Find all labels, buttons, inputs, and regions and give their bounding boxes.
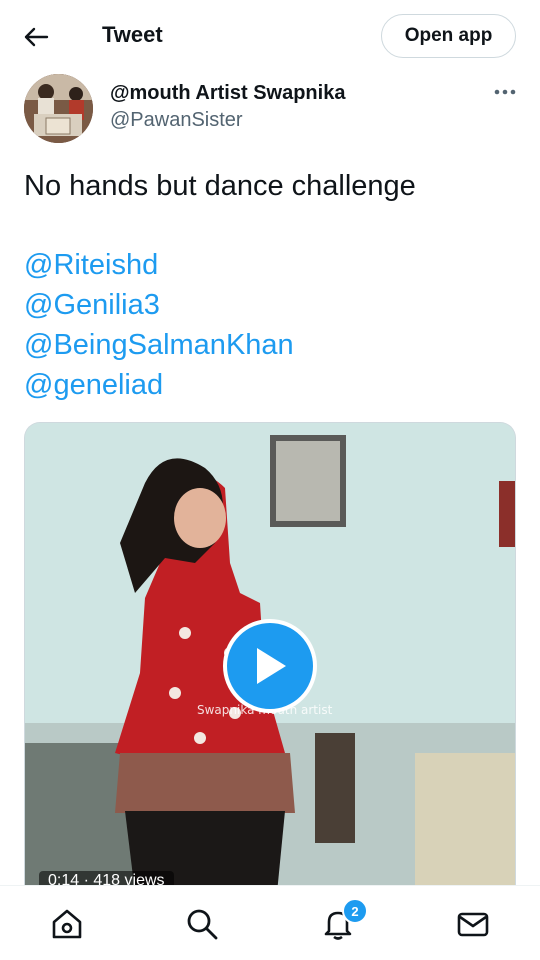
bottom-tab-bar: 2: [0, 885, 540, 960]
page-title: Tweet: [102, 22, 163, 47]
tab-notifications[interactable]: 2: [318, 898, 368, 944]
display-name[interactable]: @mouth Artist Swapnika: [110, 82, 345, 105]
more-button[interactable]: [490, 80, 520, 104]
avatar-image: [24, 74, 93, 143]
home-icon: [52, 909, 82, 939]
tab-home[interactable]: [47, 904, 87, 944]
open-app-button[interactable]: Open app: [381, 14, 516, 58]
messages-icon: [457, 912, 489, 937]
tab-search[interactable]: [182, 904, 222, 944]
mention-link[interactable]: @BeingSalmanKhan: [24, 325, 294, 365]
tweet-text: No hands but dance challenge: [24, 170, 416, 202]
tab-messages[interactable]: [453, 904, 493, 944]
mention-link[interactable]: @Riteishd: [24, 245, 294, 285]
top-header: Tweet Open app: [0, 0, 540, 74]
mention-link[interactable]: @geneliad: [24, 365, 294, 405]
avatar[interactable]: [24, 74, 93, 143]
play-button[interactable]: [223, 619, 317, 713]
play-icon: [257, 648, 286, 684]
back-button[interactable]: [18, 21, 54, 53]
video-player[interactable]: Swapnika mouth artist 0:14 · 418 views: [24, 422, 516, 892]
arrow-left-icon: [24, 27, 49, 47]
tweet-author: @mouth Artist Swapnika @PawanSister: [24, 74, 524, 144]
mention-list: @Riteishd @Genilia3 @BeingSalmanKhan @ge…: [24, 245, 294, 405]
mention-link[interactable]: @Genilia3: [24, 285, 294, 325]
more-horizontal-icon: [494, 89, 516, 95]
user-handle[interactable]: @PawanSister: [110, 109, 243, 132]
search-icon: [187, 909, 218, 940]
notification-badge: 2: [342, 898, 368, 924]
